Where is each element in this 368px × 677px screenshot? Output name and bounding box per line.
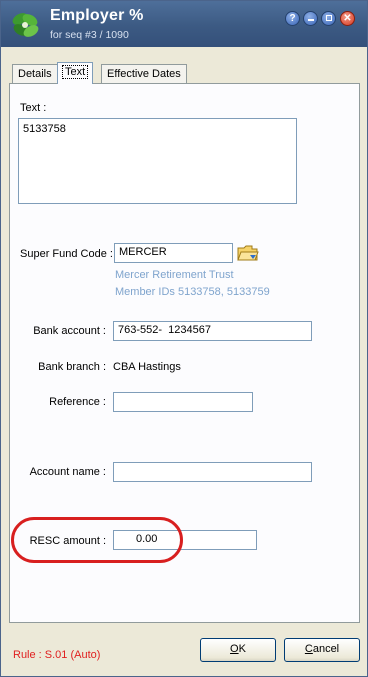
text-area[interactable]: 5133758 xyxy=(18,118,297,204)
close-button[interactable]: ✕ xyxy=(340,11,355,26)
maximize-button[interactable] xyxy=(321,11,336,26)
minimize-icon xyxy=(307,19,314,21)
ok-mnemonic: O xyxy=(230,643,239,655)
tab-text[interactable]: Text xyxy=(57,62,94,84)
window-title: Employer % xyxy=(50,7,144,24)
tab-label: Effective Dates xyxy=(107,68,181,80)
ok-label: K xyxy=(238,643,246,655)
resc-highlight-annotation xyxy=(11,517,183,563)
close-icon: ✕ xyxy=(343,13,352,24)
member-ids-text: Member IDs 5133758, 5133759 xyxy=(115,286,270,298)
account-name-label: Account name : xyxy=(29,466,106,478)
help-button[interactable]: ? xyxy=(285,11,300,26)
tab-label: Details xyxy=(18,68,52,80)
cancel-label: ancel xyxy=(312,643,340,655)
tab-details[interactable]: Details xyxy=(12,64,58,83)
minimize-button[interactable] xyxy=(303,11,318,26)
folder-lookup-icon[interactable] xyxy=(237,244,259,262)
cancel-button[interactable]: Cancel xyxy=(284,638,360,662)
text-label: Text : xyxy=(20,102,47,114)
rule-status-text: Rule : S.01 (Auto) xyxy=(13,649,101,661)
tab-label: Text xyxy=(61,65,89,79)
title-bar[interactable]: Employer % for seq #3 / 1090 ? ✕ xyxy=(1,1,367,47)
bank-account-input[interactable]: 763-552- 1234567 xyxy=(113,321,312,341)
reference-input[interactable] xyxy=(113,392,253,412)
bank-branch-value: CBA Hastings xyxy=(113,361,181,373)
ok-button[interactable]: OK xyxy=(200,638,276,662)
account-name-input[interactable] xyxy=(113,462,312,482)
cancel-mnemonic: C xyxy=(304,643,313,655)
help-icon: ? xyxy=(289,13,296,24)
app-icon xyxy=(12,13,39,37)
fund-name-text: Mercer Retirement Trust xyxy=(115,269,234,281)
reference-label: Reference : xyxy=(49,396,106,408)
text-area-value: 5133758 xyxy=(23,123,66,135)
window-subtitle: for seq #3 / 1090 xyxy=(50,29,129,41)
super-fund-code-input[interactable]: MERCER xyxy=(114,243,233,263)
employer-percent-dialog: Employer % for seq #3 / 1090 ? ✕ Details… xyxy=(0,0,368,677)
bank-branch-label: Bank branch : xyxy=(38,361,106,373)
bank-account-label: Bank account : xyxy=(33,325,106,337)
tab-effective-dates[interactable]: Effective Dates xyxy=(101,64,187,83)
maximize-icon xyxy=(325,15,332,21)
super-fund-code-label: Super Fund Code : xyxy=(20,248,113,260)
